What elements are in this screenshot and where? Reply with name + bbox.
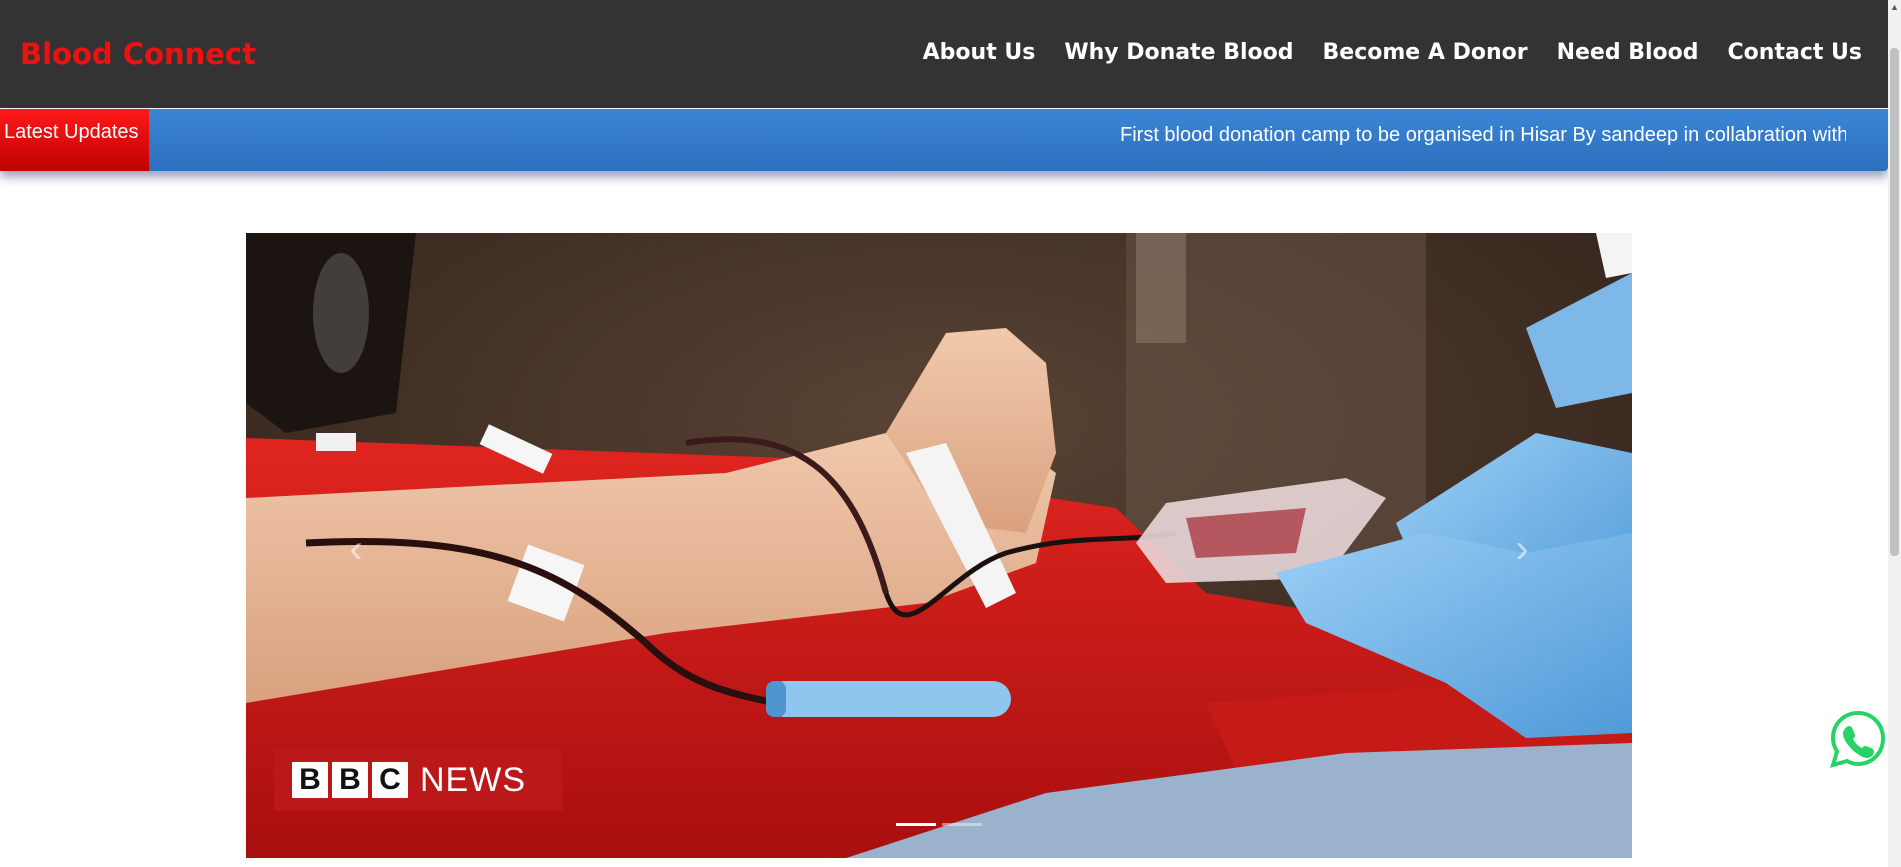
nav-link-contact-us[interactable]: Contact Us (1728, 38, 1862, 68)
chevron-left-icon[interactable]: ‹ (336, 529, 376, 569)
bbc-letter-1: B (292, 762, 328, 798)
nav-link-about-us[interactable]: About Us (923, 38, 1036, 68)
main-nav: About Us Why Donate Blood Become A Donor… (894, 38, 1862, 68)
scroll-up-icon[interactable]: ▲ (1888, 0, 1901, 14)
bbc-news-watermark: B B C NEWS (274, 749, 562, 811)
navbar: Blood Connect About Us Why Donate Blood … (0, 0, 1888, 108)
bbc-letter-3: C (372, 762, 408, 798)
brand-logo[interactable]: Blood Connect (20, 36, 256, 72)
scrollbar-thumb[interactable] (1890, 48, 1899, 556)
ticker-label: Latest Updates (0, 109, 149, 171)
carousel-indicator[interactable] (942, 823, 982, 826)
chevron-right-icon[interactable]: › (1502, 529, 1542, 569)
page: Blood Connect About Us Why Donate Blood … (0, 0, 1888, 867)
carousel-indicators (896, 823, 982, 826)
ticker-text[interactable]: First blood donation camp to be organise… (1120, 123, 1846, 147)
nav-link-become-a-donor[interactable]: Become A Donor (1323, 38, 1528, 68)
ticker-track: First blood donation camp to be organise… (149, 109, 1846, 171)
news-ticker: Latest Updates First blood donation camp… (0, 109, 1888, 171)
hero-carousel: B B C NEWS ‹ › (246, 233, 1632, 858)
bbc-news-word: NEWS (420, 760, 526, 799)
nav-link-why-donate-blood[interactable]: Why Donate Blood (1064, 38, 1293, 68)
nav-link-need-blood[interactable]: Need Blood (1557, 38, 1699, 68)
whatsapp-icon[interactable] (1828, 709, 1888, 769)
page-scrollbar[interactable]: ▲ (1888, 0, 1901, 867)
bbc-letter-2: B (332, 762, 368, 798)
carousel-indicator[interactable] (896, 823, 936, 826)
